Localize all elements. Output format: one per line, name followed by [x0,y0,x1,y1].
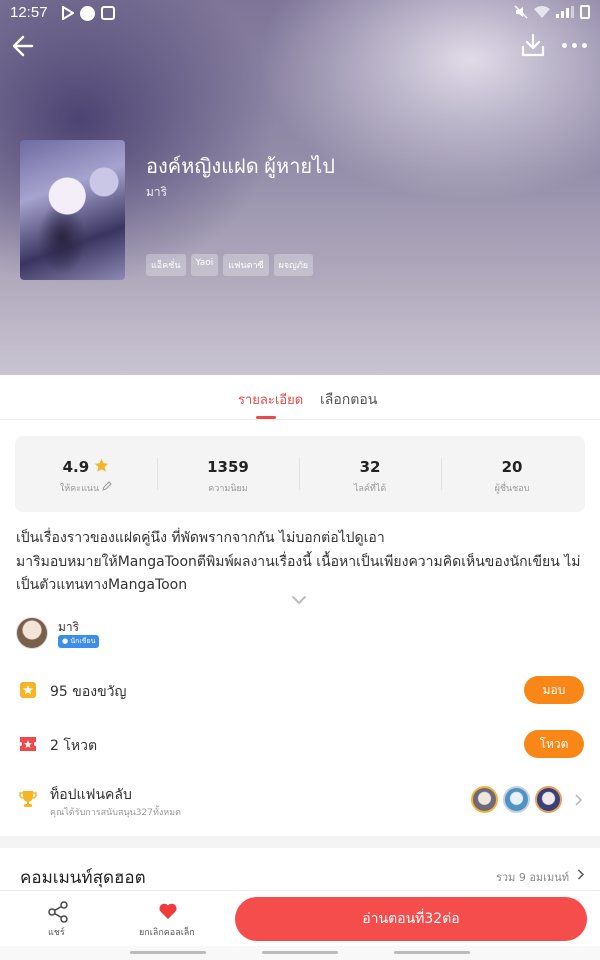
gift-count: 95 ของขวัญ [50,684,127,700]
gift-row: 95 ของขวัญ มอบ [0,670,600,710]
comments-title: คอมเมนท์สุดฮอต [20,868,146,888]
popularity-label: ความนิยม [208,484,248,494]
book-cover[interactable] [20,140,125,280]
app-notification-icon [80,6,95,21]
tag-list: แอ็คชั่น Yaoi แฟนตาซี ผจญภัย [146,254,314,276]
more-icon[interactable] [562,38,592,52]
nav-recent[interactable] [130,951,206,954]
vote-icon [20,737,36,751]
favorite-label[interactable]: ยกเลิกคอลเล็ก [139,925,195,939]
chevron-right-icon[interactable] [577,869,584,880]
author-card[interactable]: มาริ ● นักเขียน [16,615,316,655]
tag[interactable]: Yaoi [190,254,219,276]
fanclub-subtitle: คุณได้รับการสนับสนุน327ทั้งหมด [50,808,181,818]
stat-fans: 20 ผู้ชื่นชอบ [441,436,583,512]
tag[interactable]: ผจญภัย [273,254,314,276]
vote-button[interactable]: โหวต [524,730,584,758]
avatar[interactable] [16,617,48,649]
status-time: 12:57 [10,4,48,21]
likes-value: 32 [359,458,381,476]
image-notification-icon [101,6,115,20]
active-tab-indicator [256,416,276,419]
stat-likes: 32 ไลค์ที่ได้ [299,436,441,512]
tag[interactable]: แอ็คชั่น [146,254,186,276]
bottom-action-bar: แชร์ ยกเลิกคอลเล็ก อ่านตอนที่32ต่อ [0,890,600,946]
fanclub-row[interactable]: ท็อปแฟนคลับ คุณได้รับการสนับสนุน327ทั้งห… [0,780,600,820]
nav-home[interactable] [262,951,338,954]
tag[interactable]: แฟนตาซี [223,254,269,276]
tab-chapters[interactable]: เลือกตอน [320,389,377,411]
stat-rating[interactable]: 4.9 ให้คะแนน [15,436,157,512]
download-icon[interactable] [520,32,546,58]
share-icon[interactable] [40,901,76,923]
stats-panel: 4.9 ให้คะแนน 1359 ความนิยม 32 ไลค์ที่ได้… [15,436,585,512]
stat-popularity: 1359 ความนิยม [157,436,299,512]
top-fan-avatars[interactable] [471,786,562,813]
signal-icon [556,6,574,18]
vote-count: 2 โหวต [50,738,98,754]
back-arrow-icon[interactable] [10,32,38,60]
chevron-down-icon[interactable] [291,594,307,606]
play-icon [62,6,74,20]
star-icon [95,458,109,472]
gift-icon [20,682,36,698]
book-title: องค์หญิงแฝด ผู้หายไป [146,156,335,178]
avatar[interactable] [471,786,498,813]
rating-label: ให้คะแนน [59,484,100,494]
section-divider [0,836,600,848]
comments-total[interactable]: รวม 9 อมเมนท์ [496,868,569,886]
wifi-icon [534,5,550,18]
likes-label: ไลค์ที่ได้ [353,484,387,494]
status-bar: 12:57 [0,0,600,28]
fans-value: 20 [501,458,523,476]
fanclub-title: ท็อปแฟนคลับ [50,787,132,803]
share-label[interactable]: แชร์ [48,925,65,939]
edit-icon [102,481,112,491]
book-author[interactable]: มาริ [146,183,167,202]
system-nav-bar [0,946,600,960]
mute-icon [514,5,528,19]
description-line: มาริมอบหมายให้MangaToonตีพิมพ์ผลงานเรื่อ… [16,553,581,594]
heart-icon[interactable] [158,901,178,921]
book-header: 12:57 องค์หญิงแฝด ผู้หายไป มาริ แอ็คชั่น… [0,0,600,375]
trophy-icon [19,791,37,807]
give-gift-button[interactable]: มอบ [524,676,584,704]
popularity-value: 1359 [207,458,249,476]
avatar[interactable] [503,786,530,813]
battery-icon [580,5,590,19]
writer-badge: ● นักเขียน [58,635,100,648]
rating-value: 4.9 [62,458,90,476]
description: เป็นเรื่องราวของแฝดคู่นึง ที่พัดพรากจากก… [16,527,586,598]
vote-row: 2 โหวต โหวต [0,724,600,764]
tab-details[interactable]: รายละเอียด [238,389,303,410]
fans-label: ผู้ชื่นชอบ [494,484,530,494]
nav-back[interactable] [394,951,470,954]
tab-bar: รายละเอียด เลือกตอน [0,375,600,420]
avatar[interactable] [535,786,562,813]
chevron-right-icon[interactable] [574,794,582,806]
description-line: เป็นเรื่องราวของแฝดคู่นึง ที่พัดพรากจากก… [16,530,385,546]
continue-reading-button[interactable]: อ่านตอนที่32ต่อ [235,897,587,941]
